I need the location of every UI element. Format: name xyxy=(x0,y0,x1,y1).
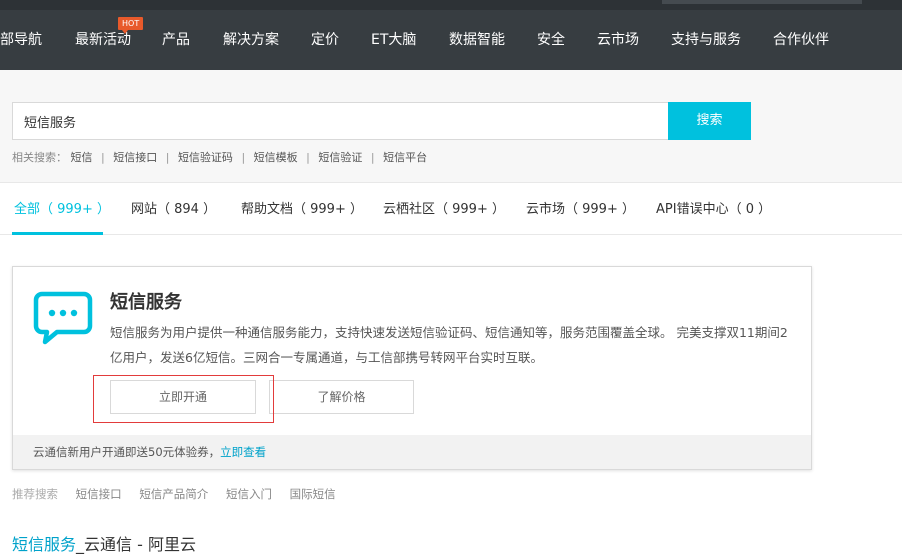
nav-item-et-brain[interactable]: ET大脑 xyxy=(371,30,416,50)
related-searches: 相关搜索： 短信 | 短信接口 | 短信验证码 | 短信模板 | 短信验证 | … xyxy=(12,150,427,166)
related-link-sms-template[interactable]: 短信模板 xyxy=(254,151,298,164)
recommend-link-getting-started[interactable]: 短信入门 xyxy=(226,487,272,501)
sms-chat-bubble-icon xyxy=(33,291,93,345)
nav-item-partners[interactable]: 合作伙伴 xyxy=(773,30,829,50)
product-card: 短信服务 短信服务为用户提供一种通信服务能力，支持快速发送短信验证码、短信通知等… xyxy=(12,266,812,470)
related-link-sms-api[interactable]: 短信接口 xyxy=(113,151,157,164)
result-title-rest: _云通信 - 阿里云 xyxy=(76,535,196,554)
top-navigation-bar: 部导航 最新活动 HOT 产品 解决方案 定价 ET大脑 数据智能 安全 云市场… xyxy=(0,0,902,70)
hot-badge: HOT xyxy=(118,17,144,34)
nav-item-data-intelligence[interactable]: 数据智能 xyxy=(449,30,505,50)
top-strip-sliver xyxy=(662,0,862,4)
nav-item-security[interactable]: 安全 xyxy=(537,30,565,50)
tab-website[interactable]: 网站（ 894 ） xyxy=(131,201,216,219)
related-link-sms-verify[interactable]: 短信验证 xyxy=(318,151,362,164)
search-result-title[interactable]: 短信服务_云通信 - 阿里云 xyxy=(12,535,196,555)
result-title-highlight: 短信服务 xyxy=(12,535,77,554)
related-separator: | xyxy=(101,151,105,164)
top-strip xyxy=(0,0,902,10)
search-input[interactable] xyxy=(12,102,668,140)
result-tabs: 全部（ 999+ ） 网站（ 894 ） 帮助文档（ 999+ ） 云栖社区（ … xyxy=(0,184,902,235)
related-link-sms[interactable]: 短信 xyxy=(71,151,93,164)
card-footer-promo: 云通信新用户开通即送50元体验券，立即查看 xyxy=(13,435,811,469)
related-separator: | xyxy=(241,151,246,164)
product-description: 短信服务为用户提供一种通信服务能力，支持快速发送短信验证码、短信通知等，服务范围… xyxy=(110,325,788,365)
nav-item-support-services[interactable]: 支持与服务 xyxy=(671,30,741,50)
tab-yunqi-community[interactable]: 云栖社区（ 999+ ） xyxy=(383,201,505,219)
recommend-link-sms-api[interactable]: 短信接口 xyxy=(76,487,122,501)
related-separator: | xyxy=(306,151,310,164)
tab-cloud-market[interactable]: 云市场（ 999+ ） xyxy=(526,201,635,219)
promo-text: 云通信新用户开通即送50元体验券， xyxy=(33,445,221,459)
related-separator: | xyxy=(370,151,375,164)
recommended-searches: 推荐搜索 短信接口 短信产品简介 短信入门 国际短信 xyxy=(12,486,350,502)
related-separator: | xyxy=(165,151,170,164)
search-button[interactable]: 搜索 xyxy=(668,102,751,140)
activate-now-button[interactable]: 立即开通 xyxy=(110,380,256,414)
nav-item-products[interactable]: 产品 xyxy=(162,30,190,50)
related-link-sms-code[interactable]: 短信验证码 xyxy=(178,151,233,164)
nav-item-solutions[interactable]: 解决方案 xyxy=(223,30,279,50)
tab-all[interactable]: 全部（ 999+ ） xyxy=(14,201,110,219)
learn-pricing-button[interactable]: 了解价格 xyxy=(269,380,414,414)
tab-help-docs[interactable]: 帮助文档（ 999+ ） xyxy=(241,201,363,219)
product-title[interactable]: 短信服务 xyxy=(110,288,182,314)
recommended-label: 推荐搜索 xyxy=(12,487,58,501)
recommend-link-intl-sms[interactable]: 国际短信 xyxy=(290,487,336,501)
nav-item-all-nav[interactable]: 部导航 xyxy=(0,30,42,50)
view-now-link[interactable]: 立即查看 xyxy=(220,445,266,459)
search-section: 搜索 相关搜索： 短信 | 短信接口 | 短信验证码 | 短信模板 | 短信验证… xyxy=(0,70,902,183)
nav-item-pricing[interactable]: 定价 xyxy=(311,30,339,50)
related-link-sms-platform[interactable]: 短信平台 xyxy=(383,151,427,164)
active-tab-indicator xyxy=(12,232,103,235)
related-searches-label: 相关搜索： xyxy=(12,151,67,164)
nav-item-cloud-market[interactable]: 云市场 xyxy=(597,30,639,50)
tab-api-error-center[interactable]: API错误中心（ 0 ） xyxy=(656,201,771,219)
recommend-link-product-intro[interactable]: 短信产品简介 xyxy=(139,487,208,501)
